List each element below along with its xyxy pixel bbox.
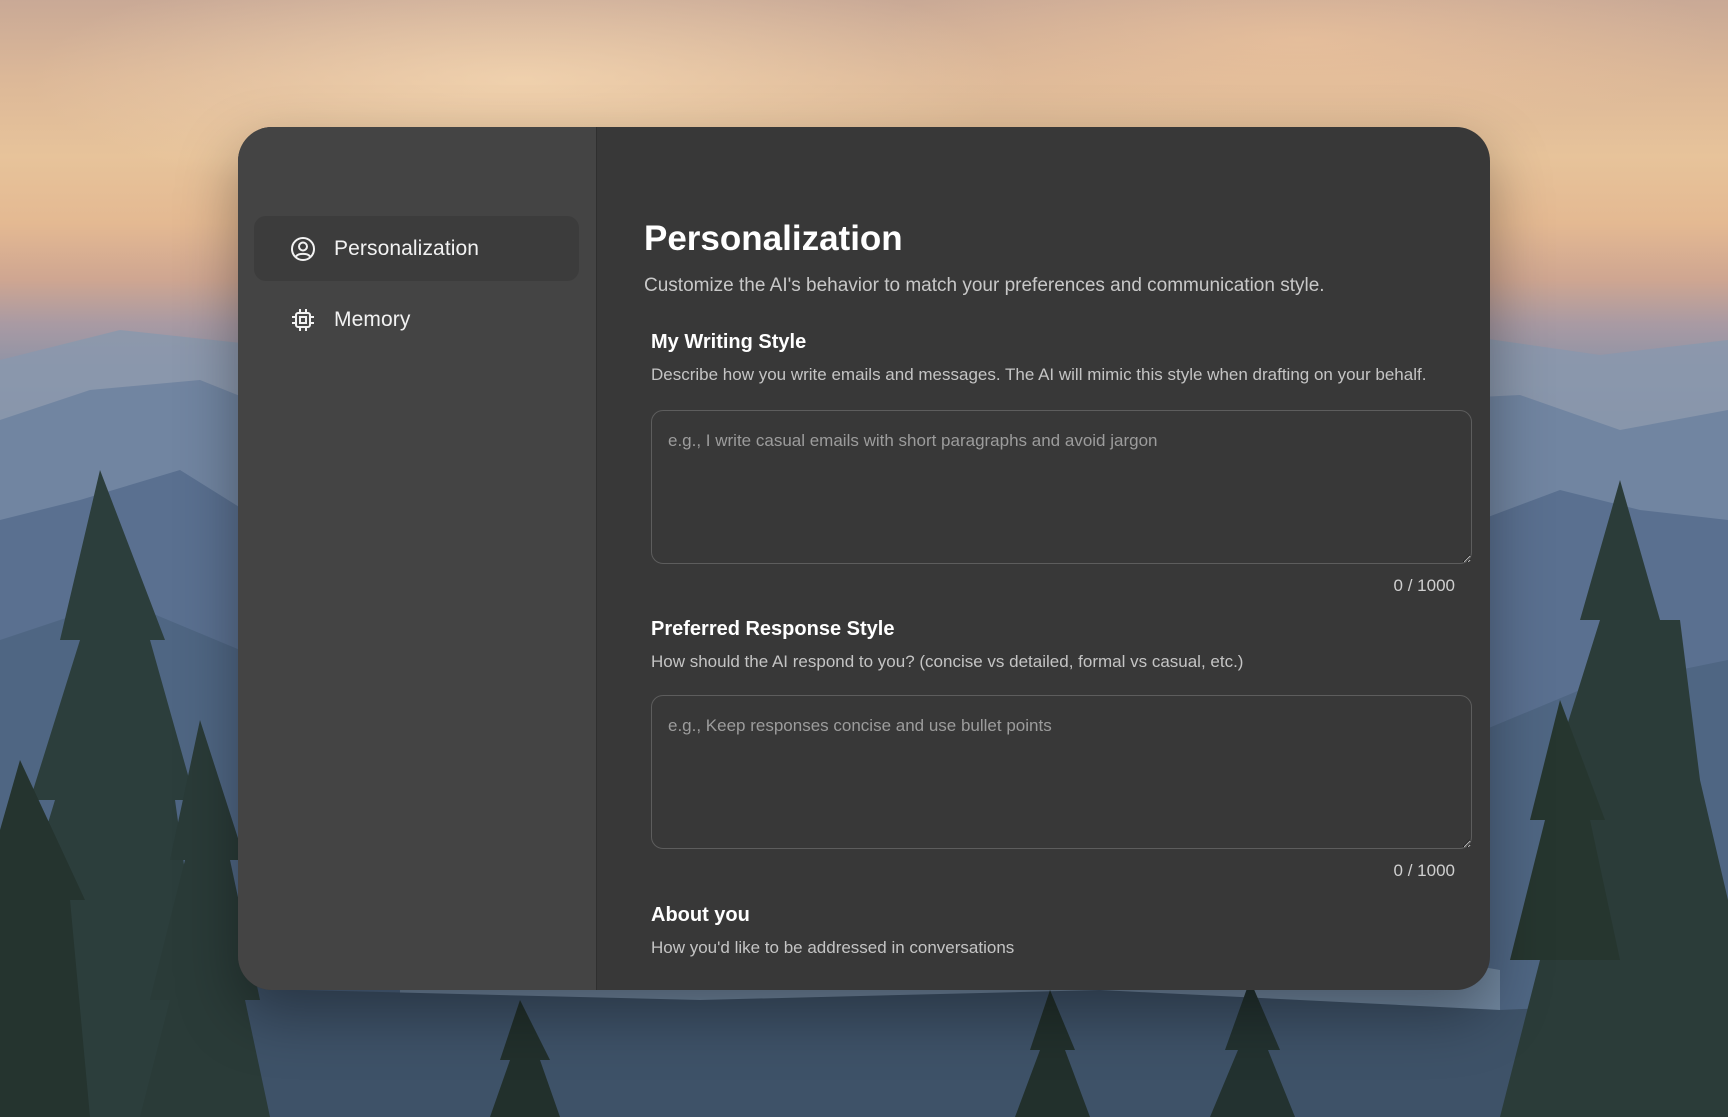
sidebar-item-personalization[interactable]: Personalization — [254, 216, 579, 281]
section-title: My Writing Style — [651, 331, 807, 353]
response-style-textarea[interactable] — [651, 695, 1472, 849]
writing-style-textarea[interactable] — [651, 410, 1472, 564]
about-you-section: About you How you'd like to be addressed… — [651, 902, 1472, 961]
sidebar-item-label: Memory — [334, 307, 411, 331]
response-style-section: Preferred Response Style How should the … — [651, 616, 1472, 882]
writing-style-section: My Writing Style Describe how you write … — [651, 329, 1472, 597]
character-counter: 0 / 1000 — [1393, 861, 1455, 880]
section-description: Describe how you write emails and messag… — [651, 365, 1427, 384]
chip-icon — [290, 307, 316, 333]
sidebar-item-memory[interactable]: Memory — [254, 287, 579, 352]
user-circle-icon — [290, 236, 316, 262]
page-subtitle: Customize the AI's behavior to match you… — [644, 275, 1325, 296]
section-title: About you — [651, 904, 750, 926]
section-title: Preferred Response Style — [651, 618, 895, 640]
main-content: Personalization Customize the AI's behav… — [597, 127, 1490, 990]
section-description: How you'd like to be addressed in conver… — [651, 938, 1015, 957]
sidebar: Personalization Memory — [238, 127, 597, 990]
section-description: How should the AI respond to you? (conci… — [651, 652, 1244, 671]
sidebar-item-label: Personalization — [334, 236, 480, 260]
page-title: Personalization — [644, 219, 903, 258]
character-counter: 0 / 1000 — [1393, 576, 1455, 595]
settings-window: Personalization Memory Personalization C… — [238, 127, 1490, 990]
